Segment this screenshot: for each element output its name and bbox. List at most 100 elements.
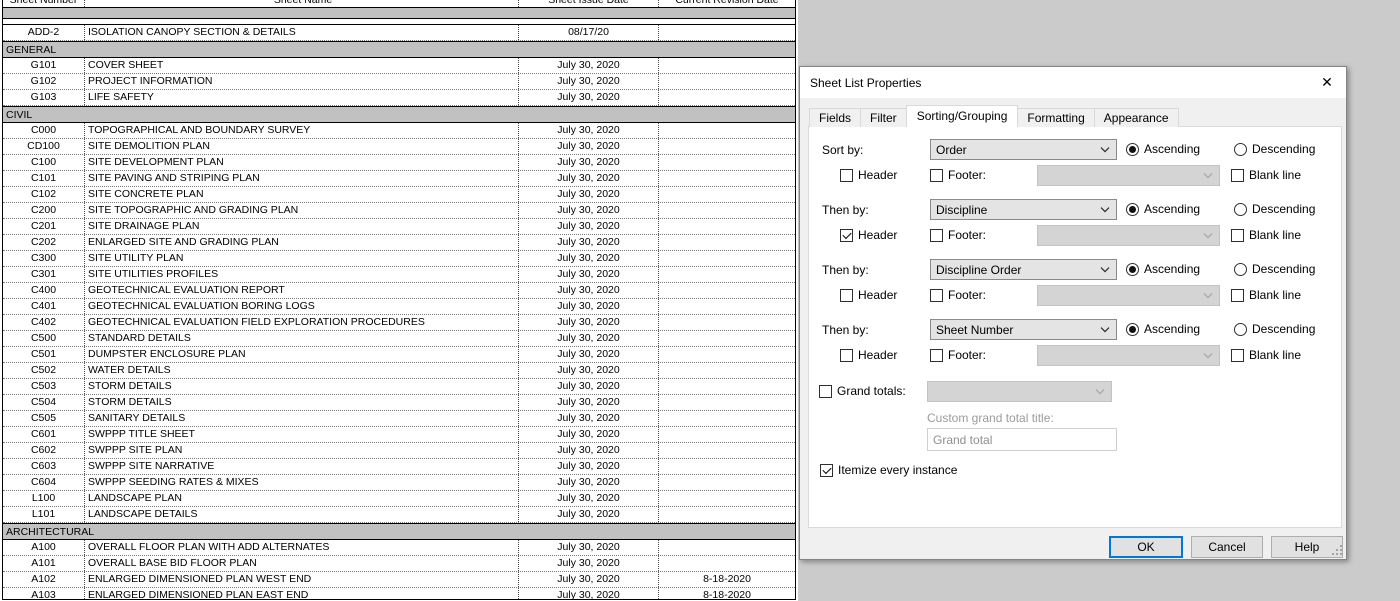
sort-field-dropdown[interactable]: Order xyxy=(930,139,1117,160)
sheet-number-cell[interactable]: C301 xyxy=(3,267,85,282)
sheet-name-cell[interactable]: DUMPSTER ENCLOSURE PLAN xyxy=(85,347,519,362)
ascending-radio[interactable]: Ascending xyxy=(1126,322,1200,336)
sheet-name-cell[interactable]: ENLARGED DIMENSIONED PLAN EAST END xyxy=(85,588,519,599)
sheet-issue-date-cell[interactable]: July 30, 2020 xyxy=(519,540,659,555)
sheet-issue-date-cell[interactable]: July 30, 2020 xyxy=(519,427,659,442)
ascending-radio[interactable]: Ascending xyxy=(1126,202,1200,216)
current-revision-date-cell[interactable] xyxy=(659,90,795,105)
current-revision-date-cell[interactable] xyxy=(659,540,795,555)
sheet-issue-date-cell[interactable]: July 30, 2020 xyxy=(519,90,659,105)
sheet-name-cell[interactable]: GEOTECHNICAL EVALUATION BORING LOGS xyxy=(85,299,519,314)
tab-fields[interactable]: Fields xyxy=(809,108,862,127)
sheet-number-cell[interactable]: G102 xyxy=(3,74,85,89)
sheet-issue-date-cell[interactable]: July 30, 2020 xyxy=(519,187,659,202)
sheet-number-cell[interactable]: A102 xyxy=(3,572,85,587)
header-checkbox[interactable]: Header xyxy=(840,168,897,182)
sheet-name-cell[interactable]: SITE UTILITY PLAN xyxy=(85,251,519,266)
sheet-issue-date-cell[interactable]: July 30, 2020 xyxy=(519,74,659,89)
descending-radio[interactable]: Descending xyxy=(1234,202,1315,216)
current-revision-date-cell[interactable] xyxy=(659,411,795,426)
sheet-name-cell[interactable]: SWPPP TITLE SHEET xyxy=(85,427,519,442)
sheet-name-cell[interactable]: SITE TOPOGRAPHIC AND GRADING PLAN xyxy=(85,203,519,218)
sheet-name-cell[interactable]: STANDARD DETAILS xyxy=(85,331,519,346)
tab-filter[interactable]: Filter xyxy=(860,108,907,127)
sheet-issue-date-cell[interactable]: July 30, 2020 xyxy=(519,411,659,426)
sheet-number-cell[interactable]: C400 xyxy=(3,283,85,298)
sheet-name-cell[interactable]: LANDSCAPE DETAILS xyxy=(85,507,519,522)
sheet-name-cell[interactable]: GEOTECHNICAL EVALUATION REPORT xyxy=(85,283,519,298)
sheet-issue-date-cell[interactable]: July 30, 2020 xyxy=(519,347,659,362)
sheet-name-cell[interactable]: GEOTECHNICAL EVALUATION FIELD EXPLORATIO… xyxy=(85,315,519,330)
sheet-issue-date-cell[interactable]: July 30, 2020 xyxy=(519,283,659,298)
current-revision-date-cell[interactable] xyxy=(659,299,795,314)
sheet-name-cell[interactable]: STORM DETAILS xyxy=(85,379,519,394)
sheet-number-cell[interactable]: CD100 xyxy=(3,139,85,154)
sort-field-dropdown[interactable]: Sheet Number xyxy=(930,319,1117,340)
sheet-number-cell[interactable]: C502 xyxy=(3,363,85,378)
sheet-number-cell[interactable]: C102 xyxy=(3,187,85,202)
sheet-number-cell[interactable]: C401 xyxy=(3,299,85,314)
sheet-number-cell[interactable]: C503 xyxy=(3,379,85,394)
blank-line-checkbox[interactable]: Blank line xyxy=(1231,168,1301,182)
blank-line-checkbox[interactable]: Blank line xyxy=(1231,348,1301,362)
sheet-number-cell[interactable]: C500 xyxy=(3,331,85,346)
sheet-name-cell[interactable]: ISOLATION CANOPY SECTION & DETAILS xyxy=(85,25,519,40)
sheet-number-cell[interactable]: L100 xyxy=(3,491,85,506)
sheet-issue-date-cell[interactable]: July 30, 2020 xyxy=(519,139,659,154)
sheet-issue-date-cell[interactable]: July 30, 2020 xyxy=(519,299,659,314)
current-revision-date-cell[interactable] xyxy=(659,251,795,266)
sheet-issue-date-cell[interactable]: July 30, 2020 xyxy=(519,588,659,599)
footer-checkbox[interactable]: Footer: xyxy=(930,228,986,242)
current-revision-date-cell[interactable] xyxy=(659,74,795,89)
sheet-number-cell[interactable]: ADD-2 xyxy=(3,25,85,40)
help-button[interactable]: Help xyxy=(1271,536,1343,558)
blank-line-checkbox[interactable]: Blank line xyxy=(1231,288,1301,302)
sheet-name-cell[interactable]: TOPOGRAPHICAL AND BOUNDARY SURVEY xyxy=(85,123,519,138)
sheet-number-cell[interactable]: G101 xyxy=(3,58,85,73)
sheet-issue-date-cell[interactable]: July 30, 2020 xyxy=(519,395,659,410)
sheet-number-cell[interactable]: C402 xyxy=(3,315,85,330)
close-button[interactable]: ✕ xyxy=(1308,67,1346,98)
cancel-button[interactable]: Cancel xyxy=(1191,536,1263,558)
descending-radio[interactable]: Descending xyxy=(1234,142,1315,156)
sheet-number-cell[interactable]: C100 xyxy=(3,155,85,170)
sheet-name-cell[interactable]: COVER SHEET xyxy=(85,58,519,73)
sheet-issue-date-cell[interactable]: July 30, 2020 xyxy=(519,572,659,587)
current-revision-date-cell[interactable] xyxy=(659,395,795,410)
current-revision-date-cell[interactable] xyxy=(659,491,795,506)
sheet-issue-date-cell[interactable]: 08/17/20 xyxy=(519,25,659,40)
ok-button[interactable]: OK xyxy=(1109,536,1183,558)
sheet-issue-date-cell[interactable]: July 30, 2020 xyxy=(519,315,659,330)
current-revision-date-cell[interactable] xyxy=(659,187,795,202)
sheet-name-cell[interactable]: SANITARY DETAILS xyxy=(85,411,519,426)
header-checkbox[interactable]: Header xyxy=(840,288,897,302)
sheet-number-cell[interactable]: A101 xyxy=(3,556,85,571)
current-revision-date-cell[interactable] xyxy=(659,331,795,346)
sheet-issue-date-cell[interactable]: July 30, 2020 xyxy=(519,556,659,571)
sheet-name-cell[interactable]: WATER DETAILS xyxy=(85,363,519,378)
sheet-number-cell[interactable]: C202 xyxy=(3,235,85,250)
descending-radio[interactable]: Descending xyxy=(1234,262,1315,276)
current-revision-date-cell[interactable] xyxy=(659,475,795,490)
sheet-issue-date-cell[interactable]: July 30, 2020 xyxy=(519,363,659,378)
sheet-number-cell[interactable]: C604 xyxy=(3,475,85,490)
sheet-name-cell[interactable]: SITE PAVING AND STRIPING PLAN xyxy=(85,171,519,186)
sheet-issue-date-cell[interactable]: July 30, 2020 xyxy=(519,379,659,394)
current-revision-date-cell[interactable]: 8-18-2020 xyxy=(659,572,795,587)
sheet-name-cell[interactable]: SWPPP SITE PLAN xyxy=(85,443,519,458)
sheet-issue-date-cell[interactable]: July 30, 2020 xyxy=(519,443,659,458)
current-revision-date-cell[interactable] xyxy=(659,123,795,138)
sheet-name-cell[interactable]: STORM DETAILS xyxy=(85,395,519,410)
sheet-number-cell[interactable]: C504 xyxy=(3,395,85,410)
sheet-issue-date-cell[interactable]: July 30, 2020 xyxy=(519,267,659,282)
current-revision-date-cell[interactable] xyxy=(659,219,795,234)
current-revision-date-cell[interactable] xyxy=(659,25,795,40)
resize-grip-icon[interactable] xyxy=(1340,553,1342,555)
sort-field-dropdown[interactable]: Discipline xyxy=(930,199,1117,220)
current-revision-date-cell[interactable] xyxy=(659,459,795,474)
sheet-number-cell[interactable]: C602 xyxy=(3,443,85,458)
sheet-issue-date-cell[interactable]: July 30, 2020 xyxy=(519,475,659,490)
current-revision-date-cell[interactable] xyxy=(659,267,795,282)
footer-checkbox[interactable]: Footer: xyxy=(930,288,986,302)
current-revision-date-cell[interactable] xyxy=(659,315,795,330)
